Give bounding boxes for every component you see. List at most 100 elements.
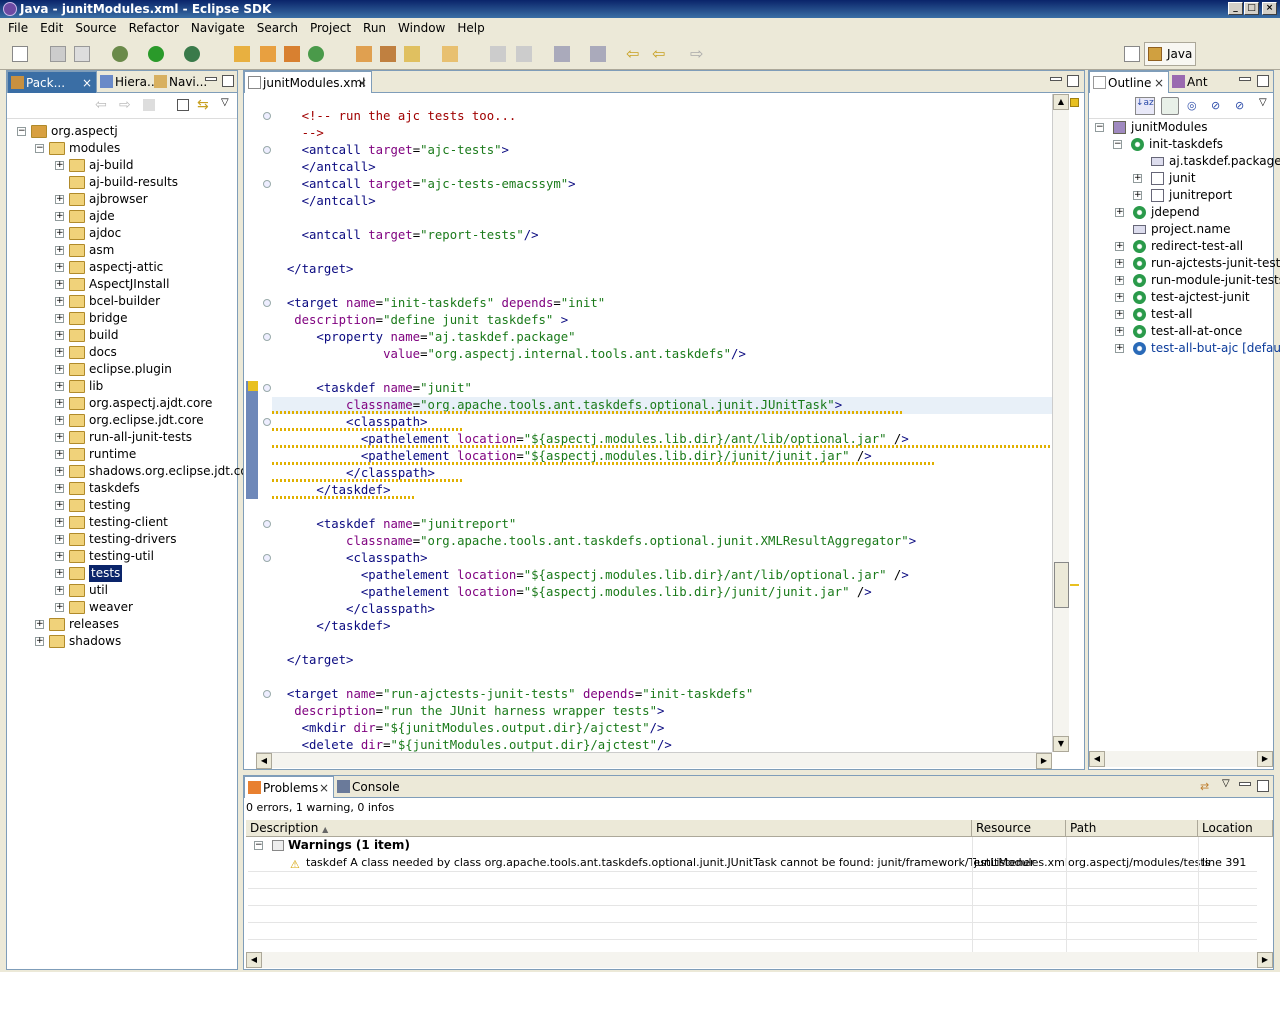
expand-icon[interactable]: +: [55, 535, 64, 544]
column-path[interactable]: Path: [1066, 820, 1198, 837]
tree-item[interactable]: + weaver: [7, 599, 237, 616]
menu-refactor[interactable]: Refactor: [123, 21, 185, 35]
tree-item[interactable]: + docs: [7, 344, 237, 361]
menu-file[interactable]: File: [2, 21, 34, 35]
tree-item[interactable]: aj-build-results: [7, 174, 237, 191]
expand-icon[interactable]: +: [1115, 344, 1124, 353]
view-menu-icon[interactable]: ▽: [1222, 778, 1230, 789]
expand-icon[interactable]: +: [35, 637, 44, 646]
expand-icon[interactable]: +: [55, 518, 64, 527]
outline-item[interactable]: + junitreport: [1089, 187, 1273, 204]
forward-icon[interactable]: ⇨: [119, 97, 131, 113]
expand-icon[interactable]: +: [1133, 191, 1142, 200]
outline-item[interactable]: + redirect-test-all: [1089, 238, 1273, 255]
close-button[interactable]: ×: [1262, 2, 1277, 15]
new-test-icon[interactable]: [308, 46, 324, 62]
up-icon[interactable]: [143, 99, 155, 111]
expand-icon[interactable]: +: [55, 416, 64, 425]
java-perspective-button[interactable]: Java: [1144, 42, 1196, 66]
minimize-view-icon[interactable]: [205, 77, 217, 81]
tree-item[interactable]: + ajdoc: [7, 225, 237, 242]
expand-icon[interactable]: +: [1115, 208, 1124, 217]
close-icon[interactable]: ×: [319, 777, 329, 799]
view-menu-icon[interactable]: ▽: [221, 97, 229, 108]
collapse-icon[interactable]: −: [254, 841, 263, 850]
scroll-left-icon[interactable]: ◀: [246, 952, 262, 968]
tree-item[interactable]: + runtime: [7, 446, 237, 463]
expand-icon[interactable]: +: [35, 620, 44, 629]
outline-item[interactable]: project.name: [1089, 221, 1273, 238]
view-menu-icon[interactable]: ▽: [1259, 97, 1267, 108]
tab-package-explorer[interactable]: Pack... ×: [7, 71, 97, 93]
tree-item[interactable]: + build: [7, 327, 237, 344]
maximize-view-icon[interactable]: [1067, 75, 1079, 87]
tree-item[interactable]: + lib: [7, 378, 237, 395]
tree-item[interactable]: + shadows: [7, 633, 237, 650]
new-package-icon[interactable]: [260, 46, 276, 62]
expand-icon[interactable]: +: [55, 433, 64, 442]
expand-icon[interactable]: +: [55, 569, 64, 578]
overview-warning-mark[interactable]: [1070, 584, 1079, 586]
sort-icon[interactable]: ↓az: [1135, 97, 1155, 115]
menu-help[interactable]: Help: [451, 21, 490, 35]
expand-icon[interactable]: +: [55, 450, 64, 459]
fold-marker-icon[interactable]: [263, 112, 271, 120]
tree-item[interactable]: + testing-drivers: [7, 531, 237, 548]
tree-item[interactable]: + bridge: [7, 310, 237, 327]
column-location[interactable]: Location: [1198, 820, 1273, 837]
outline-item[interactable]: + run-ajctests-junit-tests: [1089, 255, 1280, 272]
expand-icon[interactable]: +: [55, 195, 64, 204]
forward-icon[interactable]: ⇨: [690, 46, 706, 62]
tree-item[interactable]: + ajde: [7, 208, 237, 225]
menu-navigate[interactable]: Navigate: [185, 21, 251, 35]
tree-item[interactable]: + testing-client: [7, 514, 237, 531]
back-arrow-icon[interactable]: ⇦: [626, 46, 642, 62]
hide-properties-icon[interactable]: [1161, 97, 1179, 115]
expand-icon[interactable]: +: [55, 246, 64, 255]
fold-marker-icon[interactable]: [263, 299, 271, 307]
tree-item[interactable]: + asm: [7, 242, 237, 259]
collapse-icon[interactable]: −: [17, 127, 26, 136]
fold-marker-icon[interactable]: [263, 180, 271, 188]
column-resource[interactable]: Resource: [972, 820, 1066, 837]
fold-marker-icon[interactable]: [263, 384, 271, 392]
expand-icon[interactable]: +: [55, 161, 64, 170]
expand-icon[interactable]: +: [55, 484, 64, 493]
minimize-view-icon[interactable]: [1050, 77, 1062, 81]
outline-item[interactable]: + test-all: [1089, 306, 1273, 323]
fold-marker-icon[interactable]: [263, 690, 271, 698]
fold-marker-icon[interactable]: [263, 520, 271, 528]
expand-icon[interactable]: +: [55, 365, 64, 374]
tree-item[interactable]: − org.aspectj: [7, 123, 237, 140]
outline-item[interactable]: − junitModules: [1089, 119, 1273, 136]
hide-imports-icon[interactable]: ◎: [1187, 99, 1197, 112]
expand-icon[interactable]: +: [55, 467, 64, 476]
filter-icon[interactable]: ⇄: [1200, 780, 1214, 794]
expand-icon[interactable]: +: [1115, 259, 1124, 268]
open-folder-icon[interactable]: [442, 46, 458, 62]
new-class-icon[interactable]: [284, 46, 300, 62]
external-tools-icon[interactable]: [184, 46, 200, 62]
open-perspective-icon[interactable]: [1124, 46, 1140, 62]
new-java-project-icon[interactable]: [234, 46, 250, 62]
overview-warning-icon[interactable]: [1070, 98, 1079, 107]
tree-item[interactable]: + org.aspectj.ajdt.core: [7, 395, 237, 412]
outline-item[interactable]: + test-ajctest-junit: [1089, 289, 1273, 306]
open-task-icon[interactable]: [404, 46, 420, 62]
tree-item[interactable]: + testing-util: [7, 548, 237, 565]
expand-icon[interactable]: +: [1115, 293, 1124, 302]
minimize-view-icon[interactable]: [1239, 782, 1251, 786]
maximize-view-icon[interactable]: [1257, 75, 1269, 87]
hide-tasks-icon[interactable]: ⊘: [1235, 99, 1244, 112]
tab-console[interactable]: Console: [334, 776, 400, 798]
tab-hierarchy[interactable]: Hiera...: [97, 71, 158, 93]
expand-icon[interactable]: +: [55, 586, 64, 595]
last-edit-icon[interactable]: [554, 46, 570, 62]
outline-horizontal-scrollbar[interactable]: ◀ ▶: [1089, 751, 1273, 767]
tree-item[interactable]: + eclipse.plugin: [7, 361, 237, 378]
tree-item[interactable]: − modules: [7, 140, 237, 157]
fold-marker-icon[interactable]: [263, 554, 271, 562]
tree-item[interactable]: + org.eclipse.jdt.core: [7, 412, 237, 429]
menu-source[interactable]: Source: [69, 21, 122, 35]
tab-problems[interactable]: Problems ×: [244, 776, 334, 798]
